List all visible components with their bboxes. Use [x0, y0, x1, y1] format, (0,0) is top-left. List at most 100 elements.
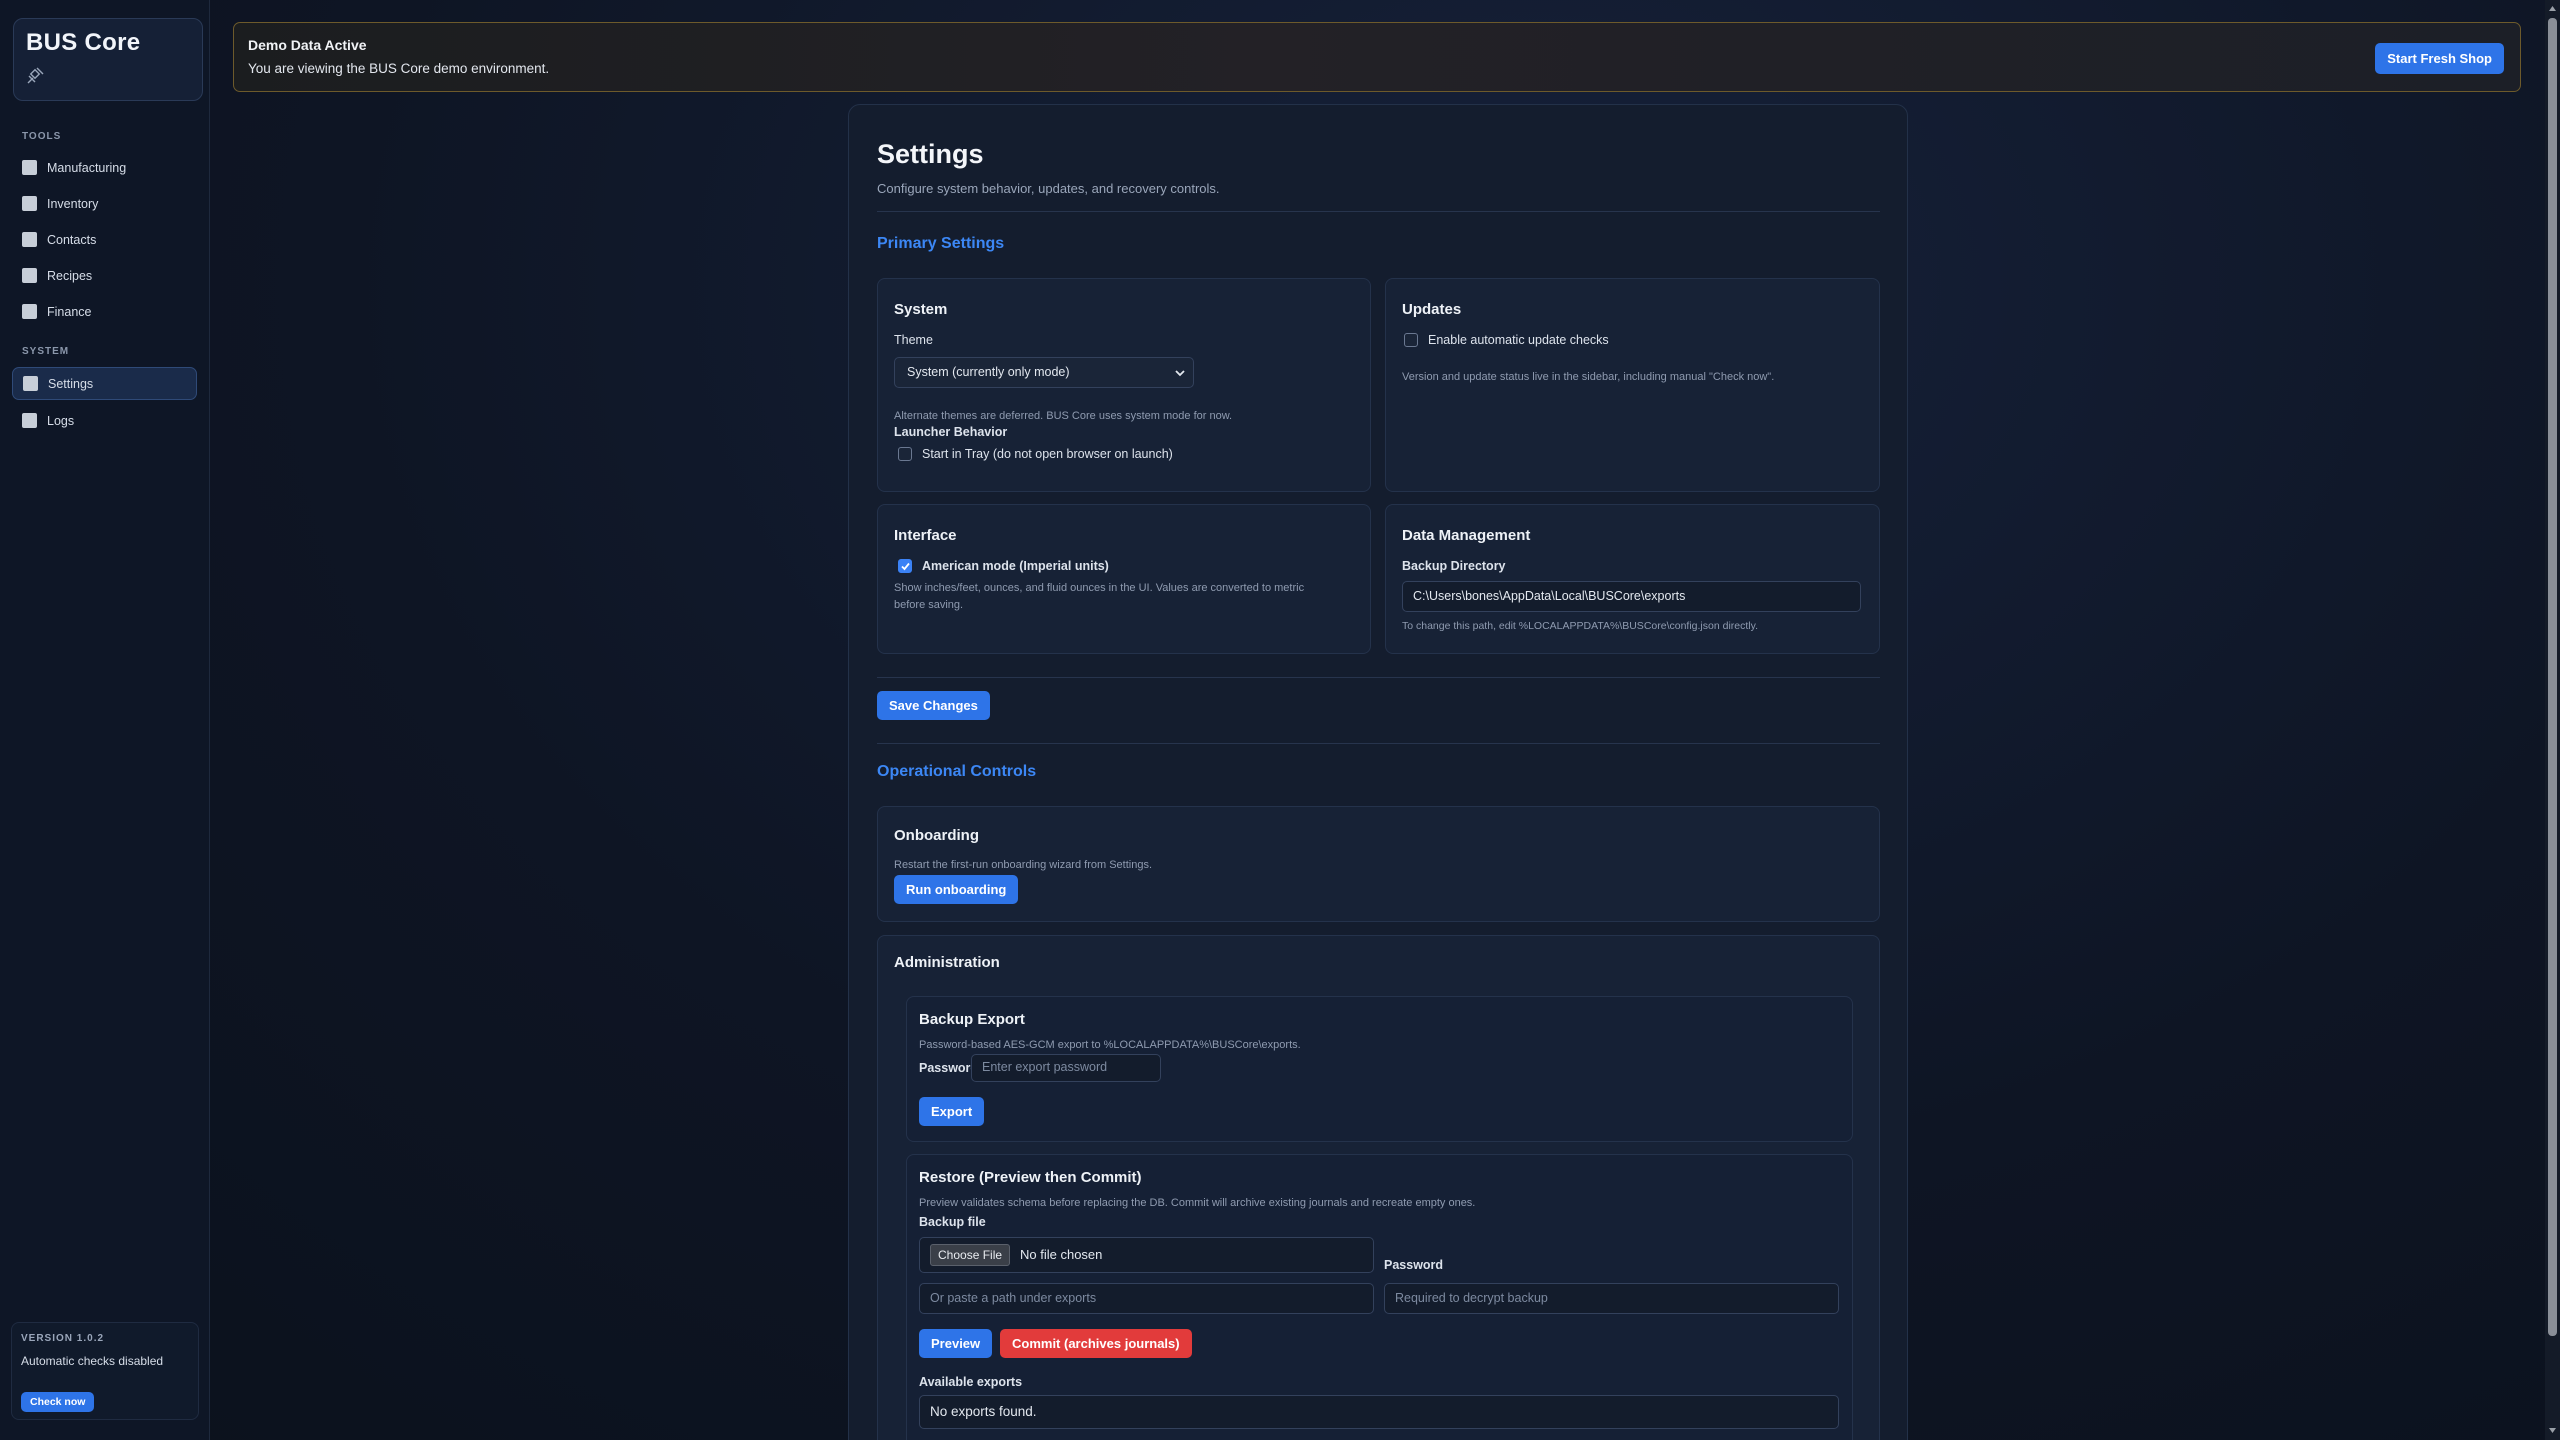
- theme-select-value: System (currently only mode): [907, 365, 1070, 379]
- system-card: System Theme System (currently only mode…: [877, 278, 1371, 492]
- sidebar-item-label: Inventory: [47, 196, 99, 211]
- onboarding-title: Onboarding: [894, 827, 979, 844]
- backup-export-card: Backup Export Password-based AES-GCM exp…: [906, 996, 1853, 1142]
- sidebar-item-label: Finance: [47, 304, 92, 319]
- backup-file-input[interactable]: Choose File No file chosen: [919, 1237, 1374, 1273]
- sidebar-item-label: Contacts: [47, 232, 97, 247]
- administration-card: Administration Backup Export Password-ba…: [877, 935, 1880, 1440]
- american-mode-label: American mode (Imperial units): [922, 559, 1109, 573]
- restore-help: Preview validates schema before replacin…: [919, 1197, 1476, 1209]
- restore-card: Restore (Preview then Commit) Preview va…: [906, 1154, 1853, 1440]
- sidebar-item-contacts[interactable]: Contacts: [12, 223, 197, 256]
- export-password-field[interactable]: Enter export password: [971, 1054, 1161, 1082]
- theme-label: Theme: [894, 333, 933, 347]
- no-file-chosen-text: No file chosen: [1020, 1247, 1103, 1262]
- divider: [877, 677, 1880, 678]
- backup-export-help: Password-based AES-GCM export to %LOCALA…: [919, 1039, 1301, 1051]
- app-root: BUS Core TOOLS Manufacturing Inventory C…: [0, 0, 2560, 1440]
- logs-icon: [22, 413, 37, 428]
- updates-help: Version and update status live in the si…: [1402, 371, 1775, 383]
- sidebar-item-manufacturing[interactable]: Manufacturing: [12, 151, 197, 184]
- settings-panel: Settings Configure system behavior, upda…: [848, 104, 1908, 1440]
- run-onboarding-button[interactable]: Run onboarding: [894, 875, 1019, 904]
- theme-help: Alternate themes are deferred. BUS Core …: [894, 410, 1233, 422]
- export-password-label: Password: [919, 1061, 979, 1075]
- sidebar-item-recipes[interactable]: Recipes: [12, 259, 197, 292]
- commit-button[interactable]: Commit (archives journals): [1000, 1329, 1192, 1358]
- brand-title: BUS Core: [26, 29, 141, 56]
- system-section-label: SYSTEM: [22, 346, 70, 357]
- settings-icon: [23, 376, 38, 391]
- data-management-title: Data Management: [1402, 527, 1531, 544]
- contacts-icon: [22, 232, 37, 247]
- page-title: Settings: [877, 139, 984, 169]
- save-changes-button[interactable]: Save Changes: [877, 691, 990, 720]
- sidebar-item-label: Logs: [47, 413, 75, 428]
- backup-directory-help: To change this path, edit %LOCALAPPDATA%…: [1402, 620, 1759, 632]
- backup-file-label: Backup file: [919, 1215, 986, 1229]
- sidebar-item-logs[interactable]: Logs: [12, 404, 197, 437]
- satellite-icon: [27, 67, 44, 84]
- administration-title: Administration: [894, 954, 1000, 971]
- page-scrollbar[interactable]: [2545, 0, 2560, 1440]
- american-mode-checkbox[interactable]: [898, 559, 912, 573]
- version-label: VERSION 1.0.2: [21, 1333, 105, 1344]
- sidebar-item-label: Manufacturing: [47, 160, 127, 175]
- start-fresh-shop-button[interactable]: Start Fresh Shop: [2375, 43, 2504, 74]
- sidebar-item-inventory[interactable]: Inventory: [12, 187, 197, 220]
- onboarding-help: Restart the first-run onboarding wizard …: [894, 859, 1153, 871]
- backup-directory-field[interactable]: C:\Users\bones\AppData\Local\BUSCore\exp…: [1402, 581, 1861, 612]
- banner-subtitle: You are viewing the BUS Core demo enviro…: [248, 61, 550, 76]
- no-exports-text: No exports found.: [930, 1404, 1037, 1419]
- sidebar-item-settings[interactable]: Settings: [12, 367, 197, 400]
- finance-icon: [22, 304, 37, 319]
- backup-path-field[interactable]: Or paste a path under exports: [919, 1283, 1374, 1314]
- divider: [877, 743, 1880, 744]
- demo-banner: Demo Data Active You are viewing the BUS…: [233, 22, 2521, 92]
- update-status: Automatic checks disabled: [21, 1354, 164, 1368]
- restore-title: Restore (Preview then Commit): [919, 1169, 1142, 1186]
- auto-update-label: Enable automatic update checks: [1428, 333, 1609, 347]
- checkmark-icon: [901, 562, 910, 571]
- brand-card[interactable]: BUS Core: [13, 18, 203, 101]
- available-exports-label: Available exports: [919, 1375, 1023, 1389]
- operational-controls-heading: Operational Controls: [877, 763, 1037, 780]
- sidebar-item-label: Settings: [48, 376, 94, 391]
- tools-section-label: TOOLS: [22, 131, 62, 142]
- inventory-icon: [22, 196, 37, 211]
- restore-password-field[interactable]: Required to decrypt backup: [1384, 1283, 1839, 1314]
- system-card-title: System: [894, 301, 948, 318]
- sidebar: BUS Core TOOLS Manufacturing Inventory C…: [0, 0, 210, 1440]
- interface-help-line1: Show inches/feet, ounces, and fluid ounc…: [894, 582, 1305, 594]
- sidebar-item-finance[interactable]: Finance: [12, 295, 197, 328]
- start-in-tray-label: Start in Tray (do not open browser on la…: [922, 447, 1173, 461]
- divider: [877, 211, 1880, 212]
- primary-settings-heading: Primary Settings: [877, 235, 1005, 252]
- page-subtitle: Configure system behavior, updates, and …: [877, 181, 1220, 196]
- preview-button[interactable]: Preview: [919, 1329, 993, 1358]
- chevron-down-icon: [1175, 370, 1185, 377]
- export-button[interactable]: Export: [919, 1097, 985, 1126]
- interface-help-line2: before saving.: [894, 599, 964, 611]
- scroll-down-arrow-icon[interactable]: [2548, 1426, 2557, 1435]
- backup-directory-label: Backup Directory: [1402, 559, 1506, 573]
- start-in-tray-checkbox[interactable]: [898, 447, 912, 461]
- onboarding-card: Onboarding Restart the first-run onboard…: [877, 806, 1880, 922]
- auto-update-checkbox[interactable]: [1404, 333, 1418, 347]
- restore-password-label: Password: [1384, 1258, 1444, 1272]
- scroll-up-arrow-icon[interactable]: [2548, 4, 2557, 13]
- theme-select[interactable]: System (currently only mode): [894, 357, 1194, 388]
- version-panel: VERSION 1.0.2 Automatic checks disabled …: [11, 1322, 199, 1420]
- launcher-behavior-label: Launcher Behavior: [894, 425, 1008, 439]
- banner-title: Demo Data Active: [248, 37, 367, 53]
- check-now-button[interactable]: Check now: [21, 1392, 95, 1412]
- data-management-card: Data Management Backup Directory C:\User…: [1385, 504, 1880, 654]
- recipes-icon: [22, 268, 37, 283]
- updates-card-title: Updates: [1402, 301, 1462, 318]
- backup-export-title: Backup Export: [919, 1011, 1025, 1028]
- sidebar-item-label: Recipes: [47, 268, 93, 283]
- scrollbar-thumb[interactable]: [2548, 18, 2557, 1336]
- exports-list: No exports found.: [919, 1395, 1839, 1429]
- choose-file-button[interactable]: Choose File: [930, 1244, 1011, 1266]
- updates-card: Updates Enable automatic update checks V…: [1385, 278, 1880, 492]
